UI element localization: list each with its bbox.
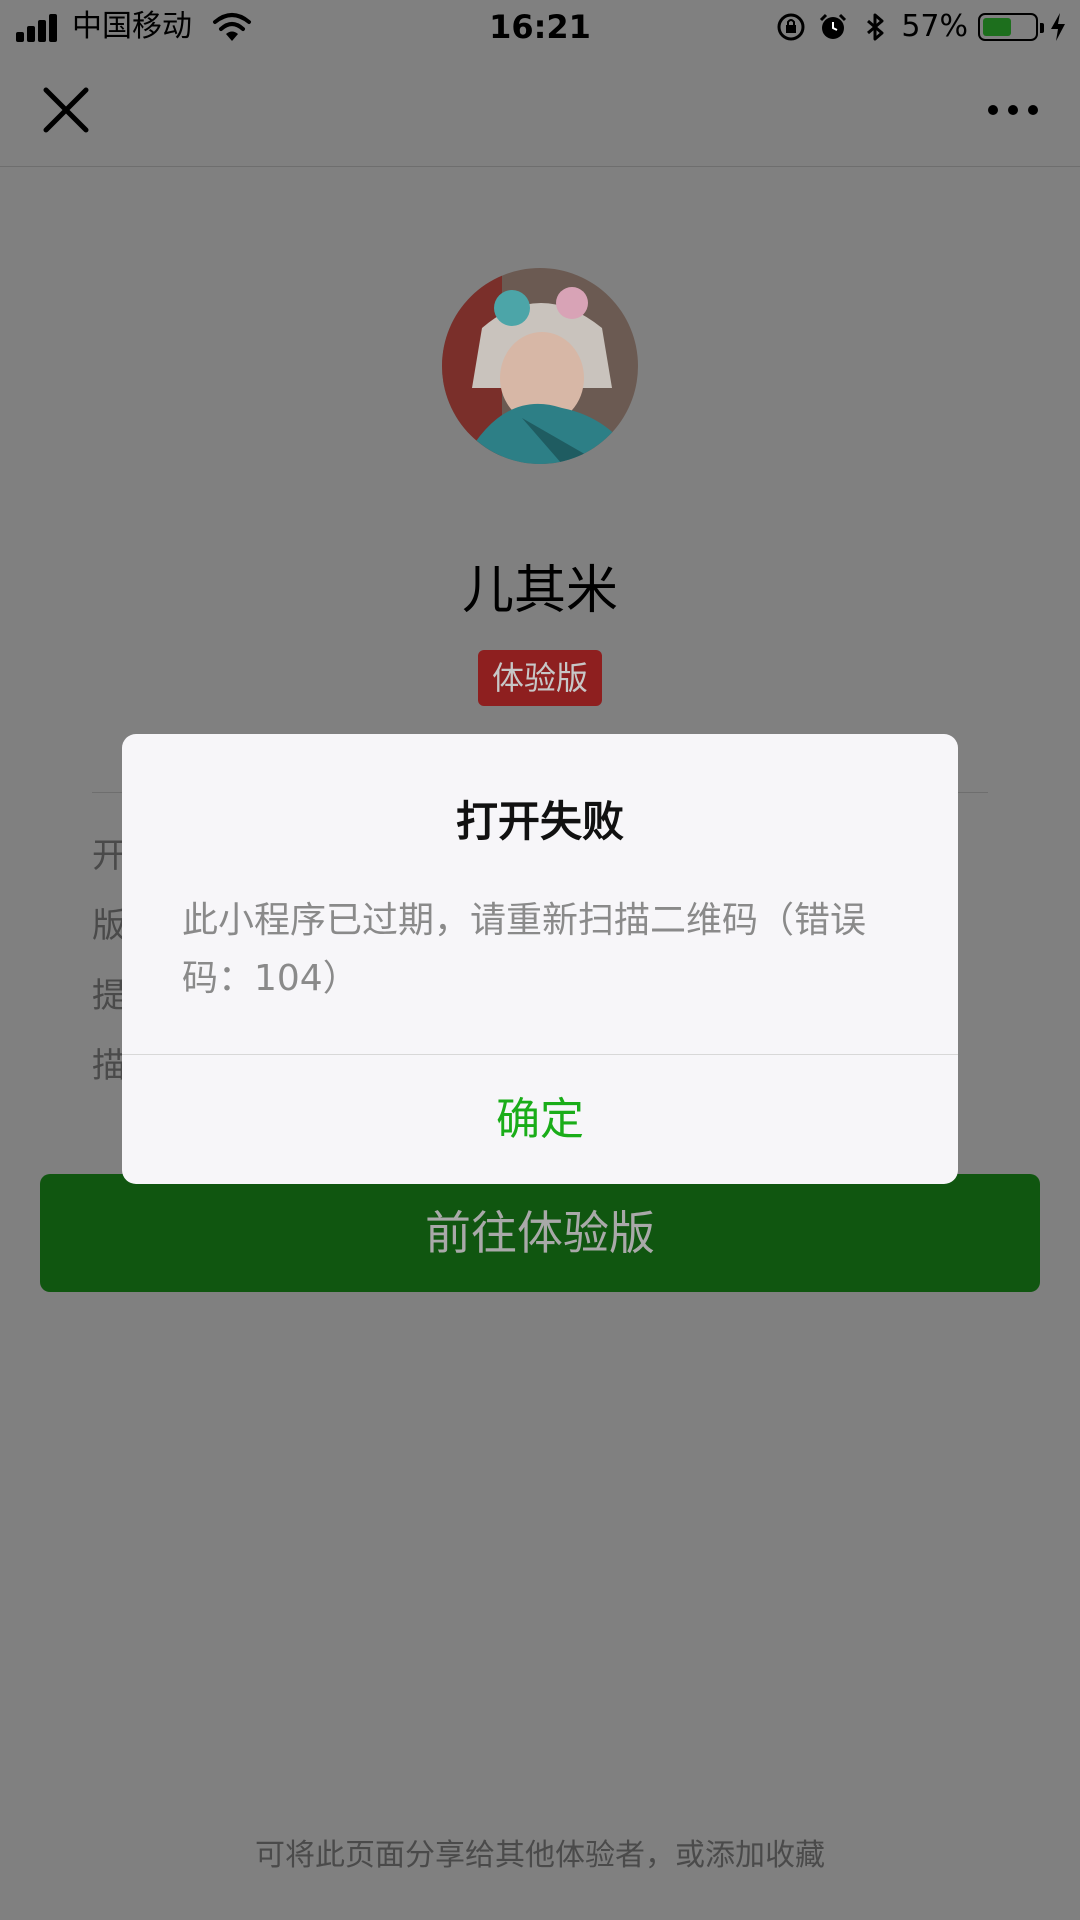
alarm-icon bbox=[820, 13, 847, 39]
status-bar: 中国移动 16:21 57% bbox=[0, 0, 1080, 54]
battery-percent: 57% bbox=[901, 9, 968, 44]
app-name: 儿其米 bbox=[461, 561, 618, 621]
confirm-button[interactable]: 确定 bbox=[122, 1055, 958, 1184]
avatar bbox=[442, 268, 638, 464]
close-icon[interactable] bbox=[38, 82, 94, 138]
error-dialog: 打开失败 此小程序已过期，请重新扫描二维码（错误码：104） 确定 bbox=[122, 734, 958, 1184]
footer-hint: 可将此页面分享给其他体验者，或添加收藏 bbox=[255, 1838, 825, 1873]
dialog-message: 此小程序已过期，请重新扫描二维码（错误码：104） bbox=[182, 900, 867, 999]
battery-icon bbox=[978, 13, 1044, 41]
version-badge: 体验版 bbox=[478, 650, 602, 706]
go-to-trial-button[interactable]: 前往体验版 bbox=[40, 1174, 1040, 1292]
more-icon[interactable] bbox=[988, 98, 1044, 122]
bluetooth-icon bbox=[867, 13, 884, 41]
charging-icon bbox=[1051, 13, 1065, 41]
orientation-lock-icon bbox=[777, 13, 805, 41]
dialog-title: 打开失败 bbox=[455, 797, 624, 846]
nav-bar bbox=[0, 54, 1080, 167]
